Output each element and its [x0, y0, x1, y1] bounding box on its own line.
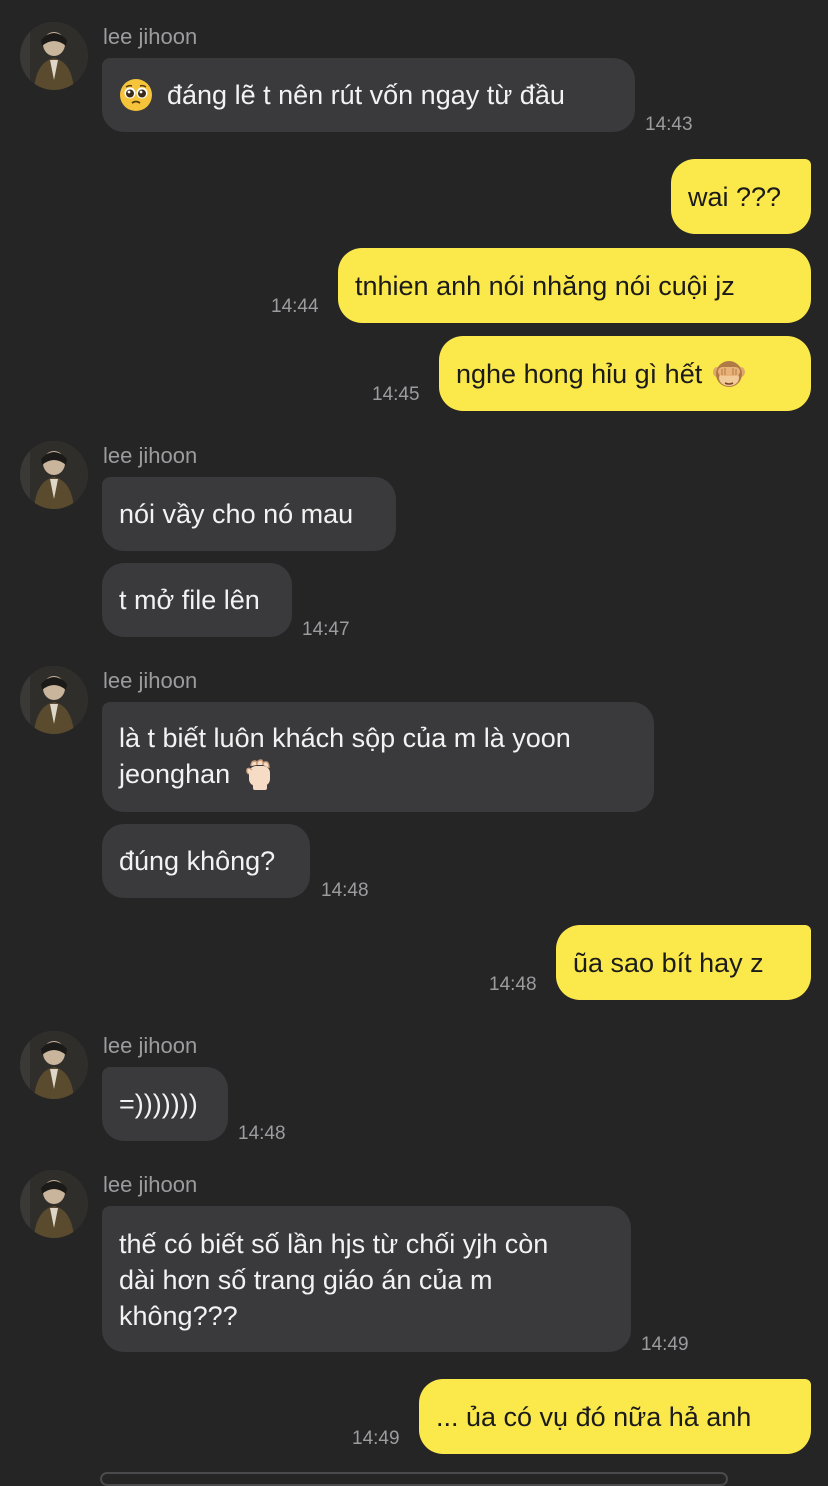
message-time: 14:44	[271, 296, 319, 317]
message-text: t mở file lên	[119, 585, 260, 615]
message-text: wai ???	[688, 181, 782, 212]
message-bubble-incoming[interactable]: nói vầy cho nó mau	[102, 477, 396, 551]
message-text: ũa sao bít hay z	[573, 947, 764, 978]
message-text: đáng lẽ t nên rút vốn ngay từ đầu	[167, 80, 565, 110]
sender-name: lee jihoon	[103, 443, 198, 468]
message-text: nghe hong hỉu gì hết	[456, 358, 703, 389]
message-time: 14:48	[489, 974, 537, 995]
message-text: nói vầy cho nó mau	[119, 499, 354, 529]
sender-name: lee jihoon	[103, 668, 198, 693]
message-time: 14:49	[641, 1334, 689, 1355]
message-bubble-outgoing[interactable]: ũa sao bít hay z	[556, 925, 811, 1000]
message-bubble-incoming[interactable]: thế có biết số lần hjs từ chối yjh còn d…	[102, 1206, 631, 1352]
message-bubble-incoming[interactable]: đáng lẽ t nên rút vốn ngay từ đầu	[102, 58, 635, 132]
message-time: 14:43	[645, 114, 693, 135]
message-text: =)))))))	[119, 1089, 198, 1119]
message-bubble-outgoing[interactable]: nghe hong hỉu gì hết	[439, 336, 811, 411]
message-input-edge[interactable]	[100, 1472, 728, 1486]
message-bubble-incoming[interactable]: là t biết luôn khách sộp của m là yoon j…	[102, 702, 654, 812]
raised-fist-icon	[242, 757, 276, 791]
message-text-line: thế có biết số lần hjs từ chối yjh còn	[119, 1229, 549, 1259]
message-time: 14:47	[302, 619, 350, 640]
message-text-line: là t biết luôn khách sộp của m là yoon	[119, 723, 571, 753]
sender-name: lee jihoon	[103, 1033, 198, 1058]
message-bubble-outgoing[interactable]: ... ủa có vụ đó nữa hả anh	[419, 1379, 811, 1454]
message-bubble-outgoing[interactable]: wai ???	[671, 159, 811, 234]
message-bubble-outgoing[interactable]: tnhien anh nói nhăng nói cuội jz	[338, 248, 811, 323]
message-text-line: dài hơn số trang giáo án của m	[119, 1265, 493, 1295]
message-bubble-incoming[interactable]: đúng không?	[102, 824, 310, 898]
message-time: 14:48	[238, 1123, 286, 1144]
message-bubble-incoming[interactable]: =)))))))	[102, 1067, 228, 1141]
sender-name: lee jihoon	[103, 24, 198, 49]
message-text: tnhien anh nói nhăng nói cuội jz	[355, 270, 735, 301]
pleading-face-icon	[119, 78, 153, 112]
message-time: 14:49	[352, 1428, 400, 1449]
contact-avatar[interactable]	[20, 22, 88, 90]
message-text: ... ủa có vụ đó nữa hả anh	[436, 1401, 752, 1432]
message-text-line: không???	[119, 1301, 238, 1331]
message-bubble-incoming[interactable]: t mở file lên	[102, 563, 292, 637]
message-text: đúng không?	[119, 846, 276, 876]
see-no-evil-monkey-icon	[712, 357, 746, 391]
message-text-line: jeonghan	[119, 759, 231, 789]
message-time: 14:45	[372, 384, 420, 405]
message-time: 14:48	[321, 880, 369, 901]
contact-avatar[interactable]	[20, 1170, 88, 1238]
contact-avatar[interactable]	[20, 666, 88, 734]
contact-avatar[interactable]	[20, 441, 88, 509]
sender-name: lee jihoon	[103, 1172, 198, 1197]
contact-avatar[interactable]	[20, 1031, 88, 1099]
